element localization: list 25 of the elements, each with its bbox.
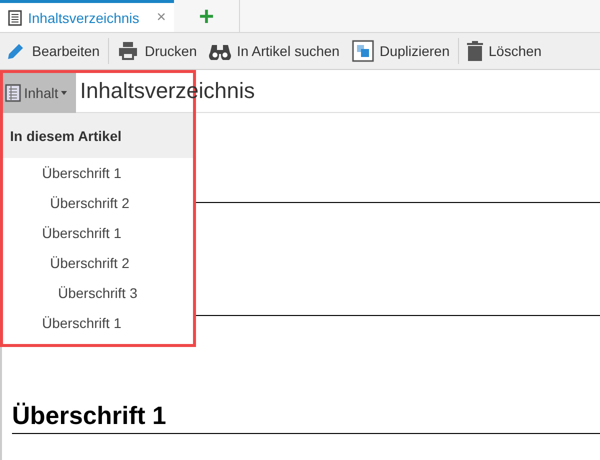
- tab-title: Inhaltsverzeichnis: [28, 10, 140, 26]
- toc-entry[interactable]: Überschrift 1: [42, 158, 122, 188]
- pencil-icon: [6, 41, 26, 61]
- toolbar-button[interactable]: Bearbeiten: [0, 33, 106, 69]
- toc-entry[interactable]: Überschrift 2: [50, 188, 130, 218]
- document-heading: Überschrift 1: [12, 402, 600, 434]
- close-icon[interactable]: ×: [156, 8, 166, 26]
- panel-header: In diesem Artikel: [3, 113, 193, 158]
- toc-entry[interactable]: Überschrift 3: [58, 278, 138, 308]
- duplicate-icon: [352, 40, 374, 62]
- toolbar-button[interactable]: Löschen: [460, 33, 548, 69]
- toolbar-button[interactable]: Drucken: [110, 33, 203, 69]
- trash-icon: [466, 41, 483, 61]
- toolbar-button[interactable]: Duplizieren: [346, 33, 456, 69]
- document-tab[interactable]: Inhaltsverzeichnis ×: [0, 0, 174, 32]
- toolbar-button[interactable]: In Artikel suchen: [202, 33, 346, 69]
- toc-entry[interactable]: Überschrift 1: [42, 308, 122, 338]
- binoculars-icon: [208, 42, 231, 60]
- toc-entry[interactable]: Überschrift 2: [50, 248, 130, 278]
- printer-icon: [116, 41, 139, 61]
- caret-icon: [61, 91, 68, 95]
- table-icon: [5, 84, 21, 102]
- contents-button[interactable]: Inhalt: [3, 73, 76, 113]
- document-icon: [8, 10, 22, 26]
- toc-entry[interactable]: Überschrift 1: [42, 218, 122, 248]
